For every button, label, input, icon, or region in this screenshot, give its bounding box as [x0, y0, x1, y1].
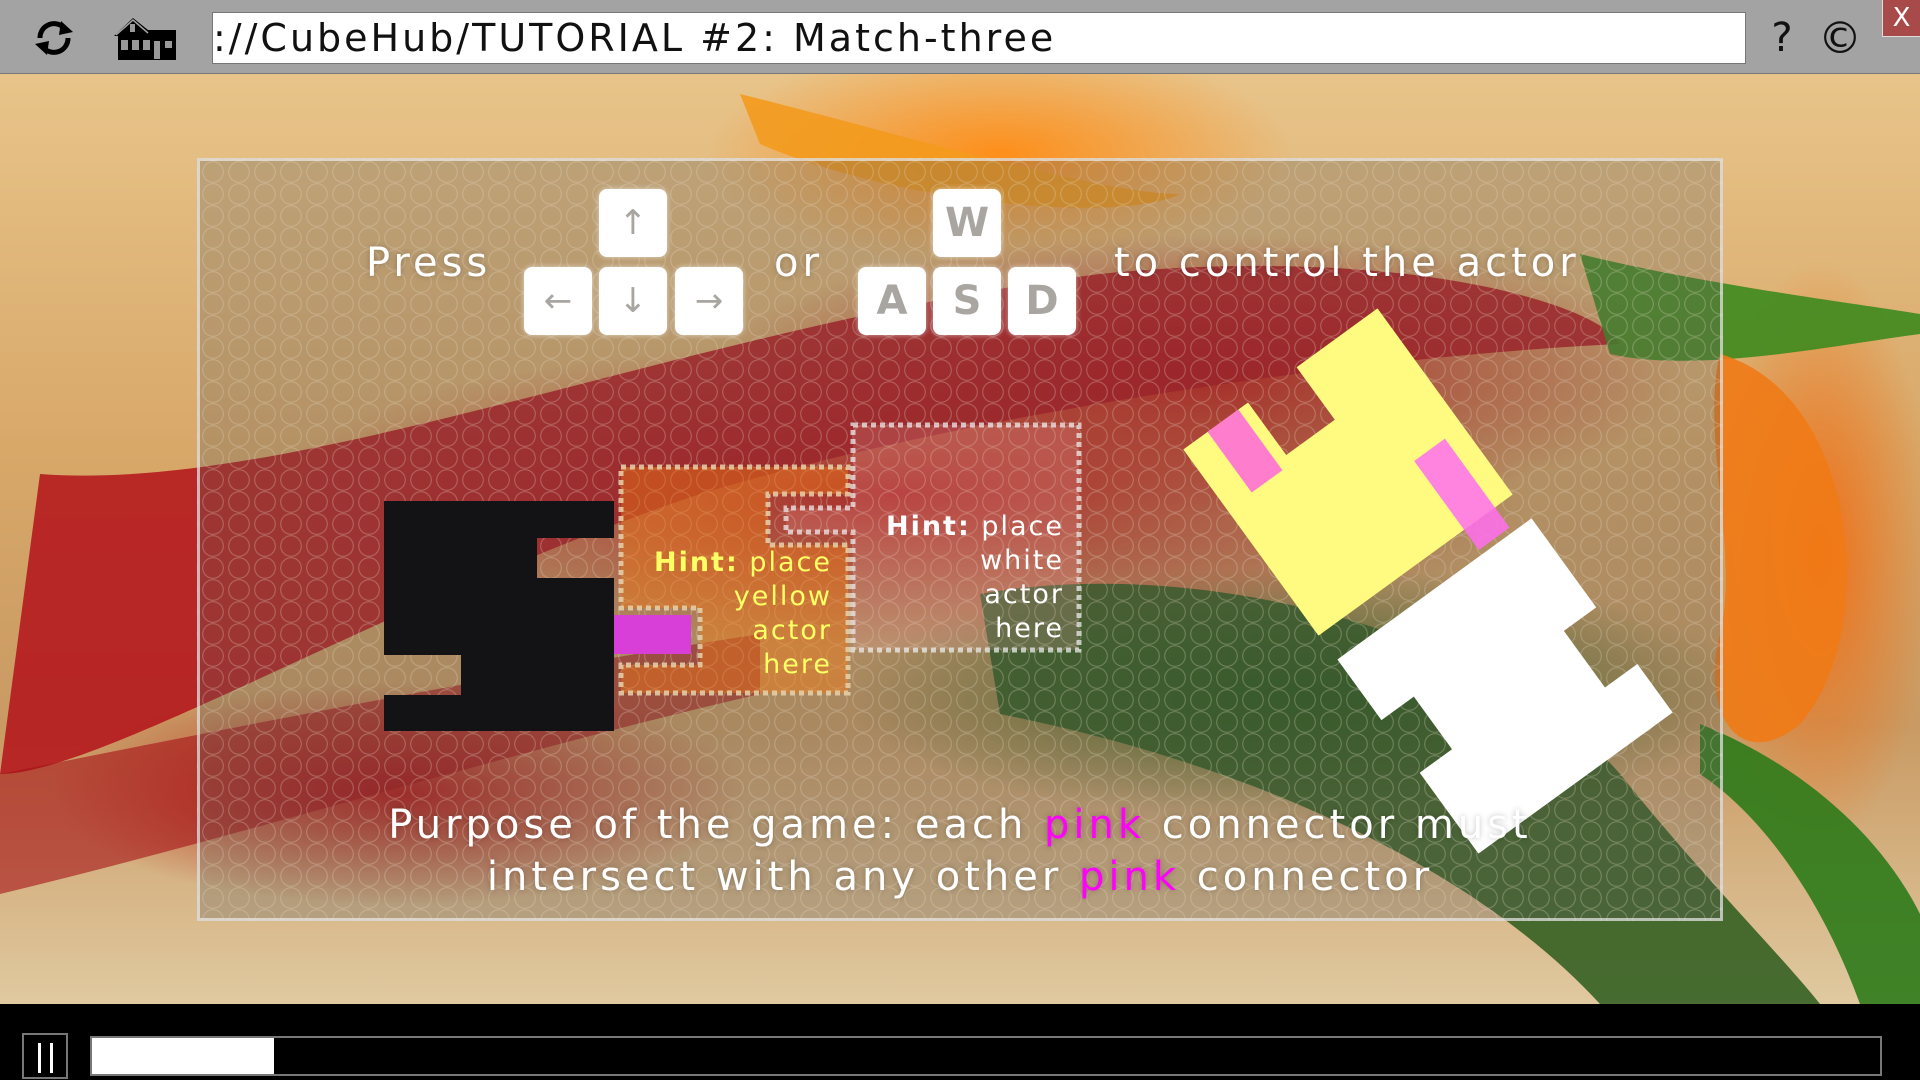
hint-line: yellow [733, 581, 832, 612]
house-icon [114, 18, 176, 60]
hint-line: white [980, 545, 1064, 576]
game-scene: Press ↑ ← ↓ → or W A S D to control the … [0, 74, 1920, 1004]
hint-prefix: Hint: [653, 547, 739, 578]
yellow-hint: Hint: place yellow actor here [600, 546, 832, 682]
pink-keyword: pink [1044, 802, 1146, 848]
hint-line: place [749, 547, 832, 578]
pause-icon [38, 1043, 41, 1073]
toolbar: ://CubeHub/TUTORIAL #2: Match-three ? © … [0, 0, 1920, 74]
purpose-text: connector must [1145, 802, 1532, 848]
playback-bar [0, 1004, 1920, 1080]
copyright-button[interactable]: © [1812, 10, 1868, 66]
purpose-text: connector [1180, 854, 1434, 900]
refresh-button[interactable] [22, 12, 86, 64]
white-hint: Hint: place white actor here [830, 510, 1064, 646]
pink-keyword: pink [1079, 854, 1181, 900]
hint-line: place [981, 511, 1064, 542]
close-button[interactable]: X [1882, 0, 1920, 37]
pause-icon [50, 1043, 53, 1073]
hint-line: here [763, 649, 832, 680]
purpose-text: Purpose of the game: each [388, 802, 1045, 848]
black-actor [384, 501, 614, 731]
progress-bar[interactable] [90, 1036, 1882, 1076]
progress-fill [92, 1038, 275, 1074]
refresh-icon [35, 21, 73, 55]
help-button[interactable]: ? [1762, 10, 1802, 66]
purpose-line-1: Purpose of the game: each pink connector… [197, 802, 1723, 848]
pause-button[interactable] [22, 1033, 68, 1079]
hint-line: actor [984, 579, 1064, 610]
home-button[interactable] [108, 12, 182, 64]
hint-line: here [995, 613, 1064, 644]
purpose-text: intersect with any other [486, 854, 1080, 900]
hint-line: actor [752, 615, 832, 646]
hint-prefix: Hint: [885, 511, 971, 542]
address-bar[interactable]: ://CubeHub/TUTORIAL #2: Match-three [212, 12, 1746, 64]
purpose-line-2: intersect with any other pink connector [197, 854, 1723, 900]
